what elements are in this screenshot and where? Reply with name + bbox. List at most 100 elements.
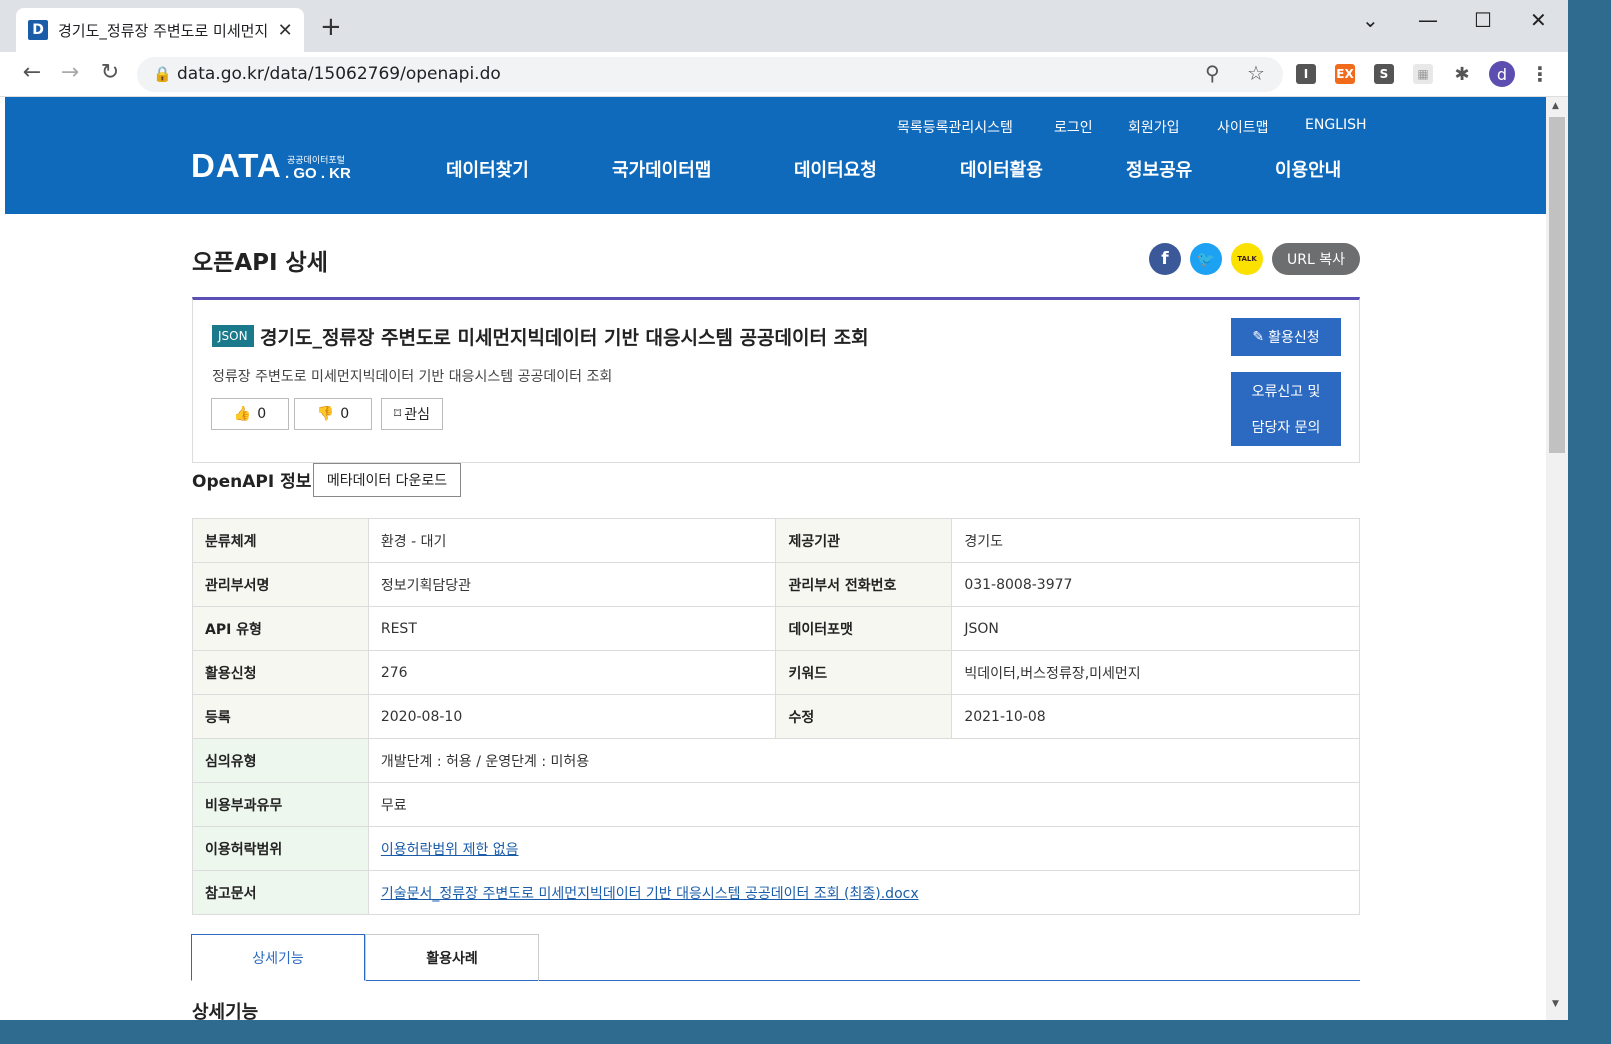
- forward-arrow-icon[interactable]: →: [56, 60, 84, 85]
- table-key: 관리부서명: [192, 562, 369, 607]
- dataset-title: 경기도_정류장 주변도로 미세먼지빅데이터 기반 대응시스템 공공데이터 조회: [260, 327, 869, 349]
- url-copy-button[interactable]: URL 복사: [1272, 243, 1360, 275]
- logo-domain-text: . GO . KR: [285, 165, 351, 182]
- facebook-share-icon[interactable]: f: [1149, 243, 1181, 275]
- table-key: 분류체계: [192, 518, 369, 563]
- twitter-share-icon[interactable]: 🐦: [1190, 243, 1222, 275]
- scroll-down-icon[interactable]: ▼: [1552, 999, 1559, 1009]
- table-row: 활용신청 276 키워드 빅데이터,버스정류장,미세먼지: [192, 650, 1360, 695]
- table-key: 관리부서 전화번호: [775, 562, 953, 607]
- table-key: 데이터포맷: [775, 606, 953, 651]
- tab-title: 경기도_정류장 주변도로 미세먼지: [58, 21, 269, 40]
- logo-main-text: DATA: [191, 147, 282, 184]
- kakaotalk-share-icon[interactable]: TALK: [1231, 243, 1263, 275]
- dataset-summary-card: JSON 경기도_정류장 주변도로 미세먼지빅데이터 기반 대응시스템 공공데이…: [192, 297, 1360, 463]
- openapi-section-title: OpenAPI 정보: [192, 472, 312, 492]
- util-link-catalog[interactable]: 목록등록관리시스템: [897, 117, 1013, 137]
- table-key: 등록: [192, 694, 369, 739]
- nav-item-info-share[interactable]: 정보공유: [1126, 156, 1192, 182]
- minimize-icon[interactable]: —: [1418, 8, 1438, 32]
- address-bar[interactable]: 🔒 data.go.kr/data/15062769/openapi.do ⚲ …: [137, 57, 1283, 92]
- bookmark-star-icon[interactable]: ☆: [1247, 61, 1265, 85]
- table-row: 분류체계 환경 - 대기 제공기관 경기도: [192, 518, 1360, 563]
- util-link-login[interactable]: 로그인: [1054, 117, 1093, 137]
- table-value: 빅데이터,버스정류장,미세먼지: [951, 650, 1360, 695]
- nav-item-national-data-map[interactable]: 국가데이터맵: [612, 156, 711, 182]
- page-title: 오픈API 상세: [192, 250, 328, 276]
- kakaotalk-label: TALK: [1237, 255, 1257, 263]
- table-value-cell: 기술문서_정류장 주변도로 미세먼지빅데이터 기반 대응시스템 공공데이터 조회…: [367, 870, 1361, 915]
- tab-search-chevron-icon[interactable]: ⌄: [1362, 8, 1379, 32]
- browser-menu-icon[interactable]: ⋮: [1530, 62, 1550, 86]
- site-favicon-icon: D: [28, 20, 48, 40]
- table-key: 제공기관: [775, 518, 953, 563]
- new-tab-icon[interactable]: +: [320, 14, 342, 40]
- apply-usage-label: 활용신청: [1268, 330, 1320, 346]
- table-value: 환경 - 대기: [367, 518, 777, 563]
- lock-icon[interactable]: 🔒: [153, 65, 172, 83]
- openapi-info-table: 분류체계 환경 - 대기 제공기관 경기도 관리부서명 정보기획담당관 관리부서…: [192, 518, 1361, 915]
- close-window-icon[interactable]: ✕: [1530, 8, 1547, 32]
- nav-item-data-usage[interactable]: 데이터활용: [960, 156, 1043, 182]
- report-line-2: 담당자 문의: [1251, 420, 1321, 436]
- tab-strip: D 경기도_정류장 주변도로 미세먼지 ✕ + ⌄ — ☐ ✕: [0, 0, 1568, 52]
- table-row: 이용허락범위 이용허락범위 제한 없음: [192, 826, 1361, 871]
- extension-s-icon[interactable]: S: [1374, 64, 1394, 84]
- extension-grid-icon[interactable]: ▦: [1413, 64, 1433, 84]
- dislike-count: 0: [340, 406, 350, 422]
- nav-item-data-search[interactable]: 데이터찾기: [446, 156, 529, 182]
- page-scrollbar[interactable]: ▲ ▼: [1546, 97, 1568, 1020]
- table-row: 참고문서 기술문서_정류장 주변도로 미세먼지빅데이터 기반 대응시스템 공공데…: [192, 870, 1361, 915]
- extension-ex-icon[interactable]: EX: [1335, 64, 1355, 84]
- back-arrow-icon[interactable]: ←: [18, 60, 46, 85]
- scrollbar-thumb[interactable]: [1549, 117, 1565, 453]
- table-key: 키워드: [775, 650, 953, 695]
- detail-functions-heading: 상세기능: [192, 1002, 259, 1020]
- tab-detail-functions[interactable]: 상세기능: [191, 934, 365, 981]
- reference-doc-link[interactable]: 기술문서_정류장 주변도로 미세먼지빅데이터 기반 대응시스템 공공데이터 조회…: [381, 886, 919, 902]
- table-value: 경기도: [951, 518, 1360, 563]
- table-value: 정보기획담당관: [367, 562, 777, 607]
- tab-close-icon[interactable]: ✕: [276, 20, 294, 41]
- license-link[interactable]: 이용허락범위 제한 없음: [381, 842, 519, 858]
- reload-icon[interactable]: ↻: [96, 60, 124, 85]
- table-key: 심의유형: [192, 738, 369, 783]
- nav-item-data-request[interactable]: 데이터요청: [794, 156, 877, 182]
- nav-item-guide[interactable]: 이용안내: [1275, 156, 1341, 182]
- profile-avatar[interactable]: d: [1489, 61, 1515, 87]
- thumbs-up-icon: 👍: [233, 406, 252, 422]
- util-link-sitemap[interactable]: 사이트맵: [1217, 117, 1269, 137]
- site-logo[interactable]: DATA 공공데이터포털 . GO . KR: [191, 147, 351, 185]
- table-row: API 유형 REST 데이터포맷 JSON: [192, 606, 1360, 651]
- maximize-icon[interactable]: ☐: [1474, 8, 1492, 32]
- extension-i-icon[interactable]: I: [1296, 64, 1316, 84]
- table-value: 2021-10-08: [951, 694, 1360, 739]
- metadata-download-button[interactable]: 메타데이터 다운로드: [313, 463, 461, 497]
- table-key: 이용허락범위: [192, 826, 369, 871]
- browser-toolbar: ← → ↻ 🔒 data.go.kr/data/15062769/openapi…: [0, 52, 1568, 97]
- bookmark-button[interactable]: ⌑ 관심: [381, 398, 443, 430]
- table-row: 등록 2020-08-10 수정 2021-10-08: [192, 694, 1360, 739]
- report-error-button[interactable]: 오류신고 및 담당자 문의: [1231, 372, 1341, 446]
- table-value: 개발단계 : 허용 / 운영단계 : 미허용: [367, 738, 1361, 783]
- zoom-icon[interactable]: ⚲: [1205, 61, 1220, 85]
- util-link-signup[interactable]: 회원가입: [1128, 117, 1180, 137]
- table-key: 비용부과유무: [192, 782, 369, 827]
- report-line-1: 오류신고 및: [1251, 384, 1321, 400]
- table-key: 참고문서: [192, 870, 369, 915]
- desktop-background-bottom: [0, 1020, 1611, 1044]
- format-badge: JSON: [212, 325, 254, 347]
- thumbs-down-icon: 👎: [316, 406, 335, 422]
- scroll-up-icon[interactable]: ▲: [1552, 101, 1559, 111]
- browser-tab[interactable]: D 경기도_정류장 주변도로 미세먼지 ✕: [16, 8, 304, 52]
- apply-usage-button[interactable]: ✎ 활용신청: [1231, 318, 1341, 356]
- url-text[interactable]: data.go.kr/data/15062769/openapi.do: [177, 64, 501, 84]
- extensions-puzzle-icon[interactable]: ✱: [1452, 64, 1472, 85]
- like-button[interactable]: 👍 0: [211, 398, 289, 430]
- util-link-english[interactable]: ENGLISH: [1305, 117, 1367, 133]
- table-key: 수정: [775, 694, 953, 739]
- table-value-cell: 이용허락범위 제한 없음: [367, 826, 1361, 871]
- tab-use-cases[interactable]: 활용사례: [365, 934, 539, 981]
- table-value: 2020-08-10: [367, 694, 777, 739]
- dislike-button[interactable]: 👎 0: [294, 398, 372, 430]
